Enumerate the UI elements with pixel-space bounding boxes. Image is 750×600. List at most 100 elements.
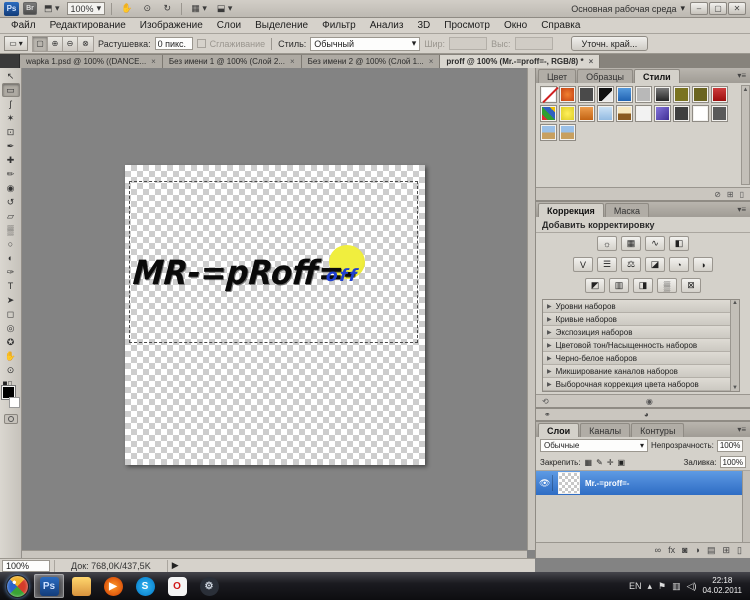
feather-input[interactable]: 0 пикс. bbox=[155, 37, 193, 50]
style-swatch[interactable] bbox=[673, 105, 690, 122]
menu-item[interactable]: Справка bbox=[534, 18, 587, 33]
menu-item[interactable]: Изображение bbox=[133, 18, 210, 33]
tray-icon[interactable]: EN bbox=[629, 581, 642, 591]
panel-options-icon[interactable]: ◕ bbox=[644, 410, 649, 419]
tool-button[interactable]: ⊡ bbox=[2, 125, 20, 139]
layers-footer-icon[interactable]: ▤ bbox=[707, 545, 716, 556]
background-color-swatch[interactable] bbox=[9, 397, 20, 408]
start-button[interactable] bbox=[6, 575, 29, 598]
style-swatch[interactable] bbox=[540, 124, 557, 141]
menu-item[interactable]: Анализ bbox=[363, 18, 411, 33]
preset-group-row[interactable]: ▶ Экспозиция наборов bbox=[543, 326, 739, 339]
vertical-scrollbar[interactable] bbox=[527, 68, 535, 550]
style-swatch[interactable] bbox=[540, 105, 557, 122]
tab-paths[interactable]: Контуры bbox=[631, 423, 684, 437]
status-arrow-icon[interactable]: ▶ bbox=[172, 560, 179, 571]
clear-style-icon[interactable]: ⊘ bbox=[714, 190, 721, 199]
adjustment-icon[interactable]: ⊠ bbox=[681, 278, 701, 293]
arrange-documents-icon[interactable]: ▦ ▾ bbox=[188, 2, 210, 16]
style-swatch[interactable] bbox=[654, 105, 671, 122]
return-arrow-icon[interactable]: ⟲ bbox=[542, 397, 549, 406]
adjustment-icon[interactable]: ▒ bbox=[657, 278, 677, 293]
style-swatch[interactable] bbox=[635, 86, 652, 103]
taskbar-app[interactable]: Ps bbox=[34, 574, 64, 598]
menu-item[interactable]: Просмотр bbox=[437, 18, 497, 33]
tool-button[interactable]: ▱ bbox=[2, 209, 20, 223]
lock-icon[interactable]: ✎ bbox=[595, 457, 604, 468]
document-tab[interactable]: proff @ 100% (Mr.-=proff=-, RGB/8) * × bbox=[440, 55, 600, 68]
expand-arrow-icon[interactable]: ▶ bbox=[547, 368, 552, 375]
document-canvas[interactable]: MR-=pRoff=- off bbox=[125, 165, 425, 465]
adjustment-icon[interactable]: ◨ bbox=[633, 278, 653, 293]
tab-swatches[interactable]: Образцы bbox=[577, 69, 633, 83]
menu-item[interactable]: Редактирование bbox=[43, 18, 133, 33]
layer-thumbnail[interactable] bbox=[558, 472, 580, 494]
close-tab-icon[interactable]: × bbox=[589, 57, 594, 66]
tool-button[interactable]: ʃ bbox=[2, 97, 20, 111]
add-selection-icon[interactable]: ⊕ bbox=[48, 37, 63, 51]
expand-arrow-icon[interactable]: ▶ bbox=[547, 329, 552, 336]
document-tab[interactable]: Без имени 2 @ 100% (Слой 1... × bbox=[302, 55, 441, 68]
new-selection-icon[interactable]: ▢ bbox=[33, 37, 48, 51]
panel-menu-icon[interactable]: ▾≡ bbox=[737, 425, 746, 434]
tab-channels[interactable]: Каналы bbox=[580, 423, 630, 437]
style-swatch[interactable] bbox=[597, 86, 614, 103]
expand-arrow-icon[interactable]: ▶ bbox=[547, 342, 552, 349]
style-swatch[interactable] bbox=[711, 105, 728, 122]
tool-button[interactable]: ↖ bbox=[2, 69, 20, 83]
adjustment-icon[interactable]: V bbox=[573, 257, 593, 272]
expand-arrow-icon[interactable]: ▶ bbox=[547, 355, 552, 362]
blend-mode-dropdown[interactable]: Обычные▾ bbox=[540, 439, 648, 452]
hand-tool-icon[interactable]: ✋ bbox=[118, 2, 135, 16]
tool-preset-picker[interactable]: ▭▾ bbox=[4, 36, 28, 51]
tab-styles[interactable]: Стили bbox=[634, 69, 680, 83]
taskbar-app[interactable]: ▶ bbox=[98, 574, 128, 598]
style-swatch[interactable] bbox=[635, 105, 652, 122]
menu-item[interactable]: 3D bbox=[410, 18, 437, 33]
fill-input[interactable]: 100% bbox=[720, 456, 746, 468]
rotate-view-icon[interactable]: ↻ bbox=[159, 2, 175, 16]
tool-button[interactable]: ◉ bbox=[2, 181, 20, 195]
intersect-selection-icon[interactable]: ⊗ bbox=[78, 37, 93, 51]
style-dropdown[interactable]: Обычный▾ bbox=[310, 37, 420, 51]
layers-footer-icon[interactable]: ⊞ bbox=[723, 545, 731, 556]
taskbar-app[interactable]: ⚙ bbox=[194, 574, 224, 598]
taskbar-clock[interactable]: 22:18 04.02.2011 bbox=[703, 576, 742, 596]
tray-icon[interactable]: ▥ bbox=[672, 581, 681, 592]
layers-footer-icon[interactable]: ∞ bbox=[655, 545, 661, 555]
screen-mode-icon[interactable]: ⬓ ▾ bbox=[214, 2, 236, 16]
preset-group-row[interactable]: ▶ Выборочная коррекция цвета наборов bbox=[543, 378, 739, 391]
document-tab[interactable]: Без имени 1 @ 100% (Слой 2... × bbox=[163, 55, 302, 68]
expand-arrow-icon[interactable]: ▶ bbox=[547, 381, 552, 388]
tool-button[interactable]: ⊙ bbox=[2, 363, 20, 377]
layers-footer-icon[interactable]: fx bbox=[668, 545, 675, 555]
tool-button[interactable]: ➤ bbox=[2, 293, 20, 307]
tab-adjustments[interactable]: Коррекция bbox=[538, 203, 604, 217]
style-swatch[interactable] bbox=[654, 86, 671, 103]
style-swatch[interactable] bbox=[692, 86, 709, 103]
antialias-checkbox[interactable] bbox=[197, 39, 206, 48]
lock-icon[interactable]: ▦ bbox=[584, 457, 594, 468]
tool-button[interactable]: ✑ bbox=[2, 265, 20, 279]
taskbar-app[interactable]: O bbox=[162, 574, 192, 598]
tab-masks[interactable]: Маска bbox=[605, 203, 649, 217]
styles-scrollbar[interactable]: ▲ bbox=[741, 85, 750, 185]
quick-mask-icon[interactable] bbox=[4, 414, 18, 424]
opacity-input[interactable]: 100% bbox=[717, 440, 743, 452]
style-swatch[interactable] bbox=[578, 105, 595, 122]
preset-group-row[interactable]: ▶ Уровни наборов bbox=[543, 300, 739, 313]
tool-button[interactable]: ○ bbox=[2, 237, 20, 251]
style-swatch[interactable] bbox=[540, 86, 557, 103]
status-zoom-input[interactable]: 100% bbox=[2, 560, 50, 572]
tool-button[interactable]: ✚ bbox=[2, 153, 20, 167]
panel-menu-icon[interactable]: ▾≡ bbox=[737, 71, 746, 80]
style-swatch[interactable] bbox=[673, 86, 690, 103]
style-swatch[interactable] bbox=[597, 105, 614, 122]
layers-scrollbar[interactable] bbox=[742, 471, 750, 542]
layer-name[interactable]: Mr.-=proff=- bbox=[585, 479, 629, 488]
horizontal-scrollbar[interactable] bbox=[22, 550, 527, 558]
tool-button[interactable]: ✪ bbox=[2, 335, 20, 349]
close-tab-icon[interactable]: × bbox=[290, 57, 295, 66]
adjustment-icon[interactable]: ∿ bbox=[645, 236, 665, 251]
view-extras-icon[interactable]: ⬒ ▾ bbox=[41, 2, 63, 16]
